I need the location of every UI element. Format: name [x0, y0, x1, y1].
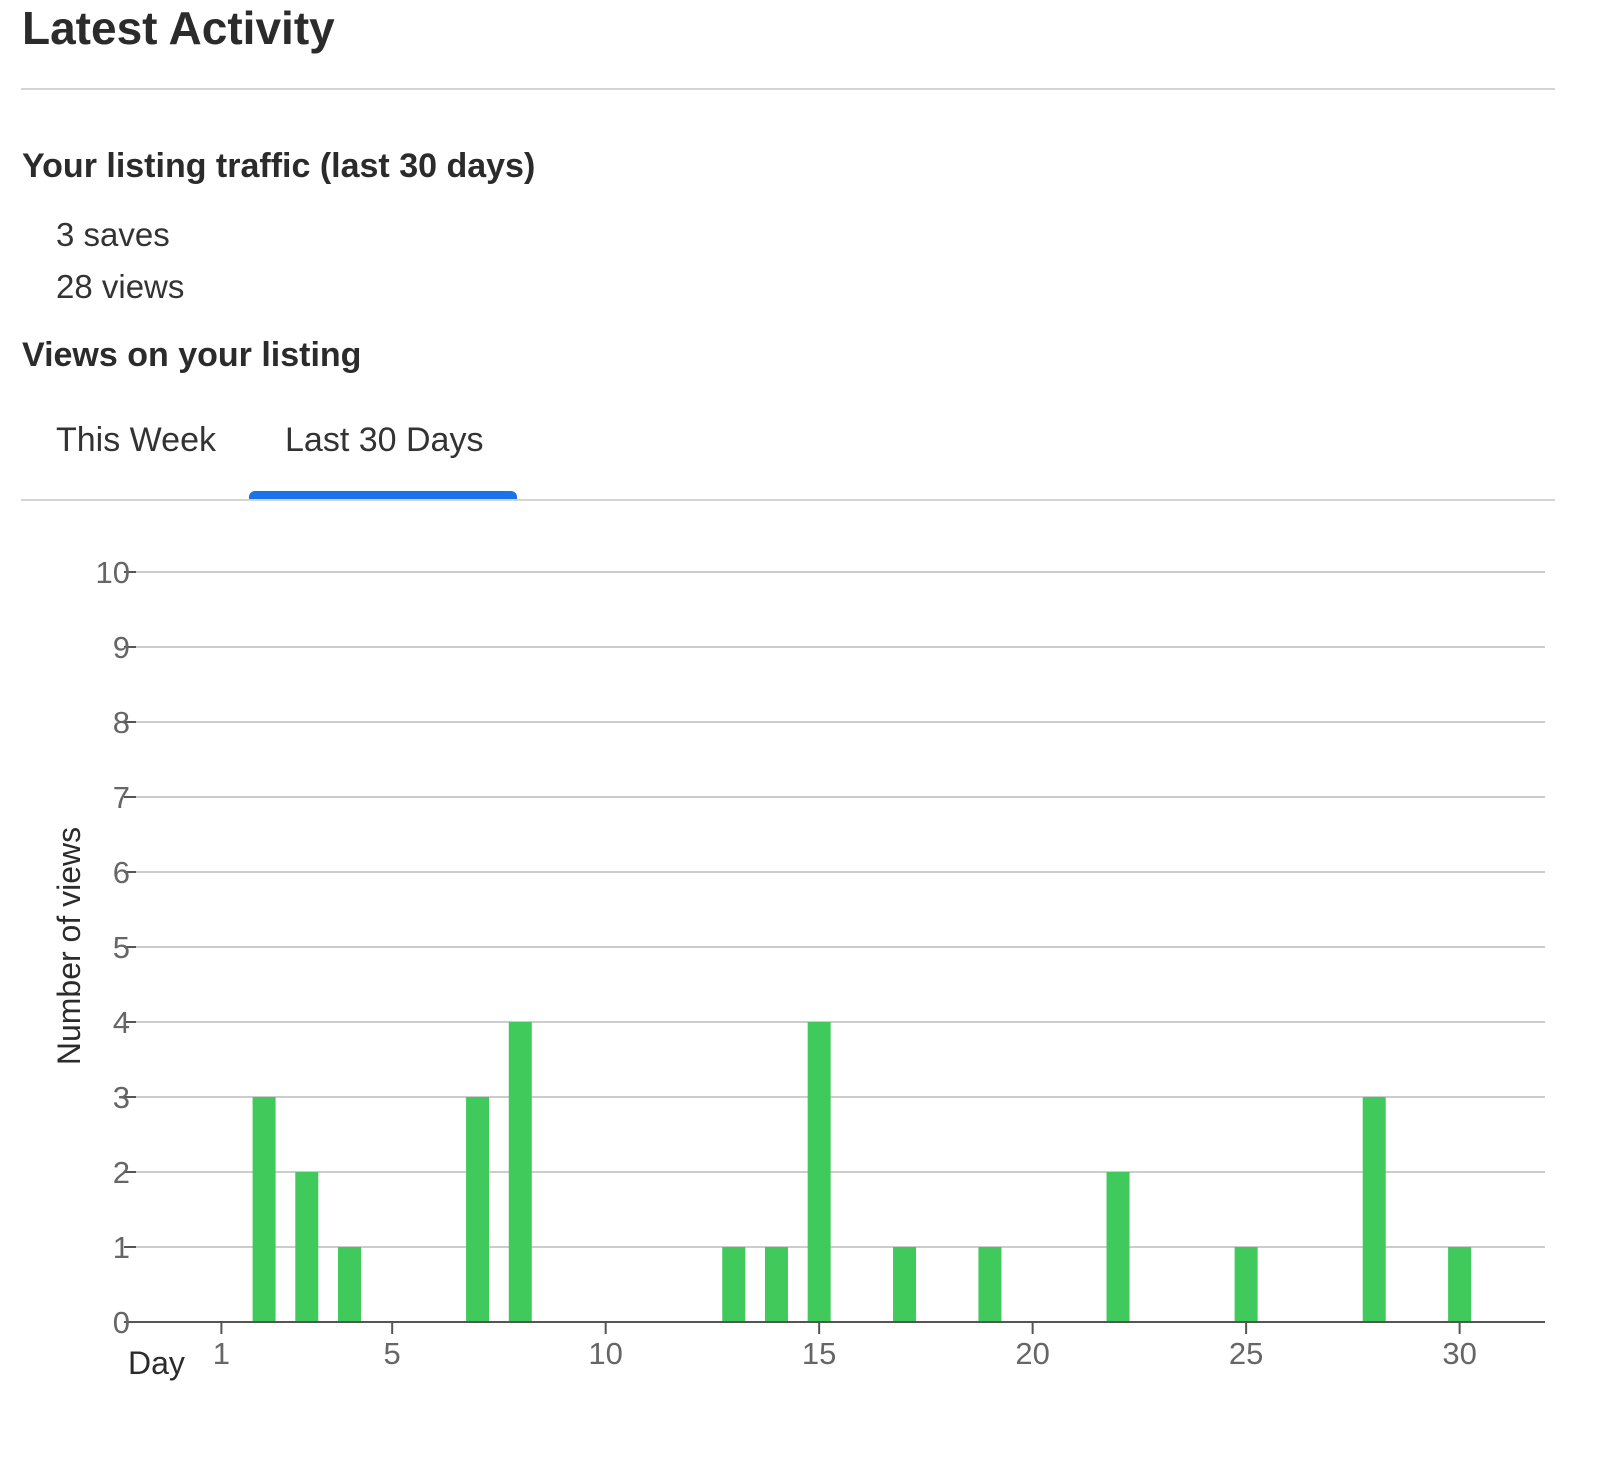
y-tick-label: 6 [113, 855, 130, 890]
y-tick-label: 0 [113, 1305, 130, 1340]
x-tick-label: 1 [213, 1336, 230, 1371]
y-tick-label: 9 [113, 630, 130, 665]
bar [252, 1097, 276, 1322]
grid-lines [136, 571, 1545, 1248]
bar [337, 1247, 361, 1322]
x-tick-label: 5 [384, 1336, 401, 1371]
x-tick-label: 10 [588, 1336, 622, 1371]
bar [1234, 1247, 1258, 1322]
y-tick-label: 7 [113, 780, 130, 815]
bar [295, 1172, 319, 1322]
bar [1448, 1247, 1472, 1322]
bar [508, 1022, 532, 1322]
bar [764, 1247, 788, 1322]
y-tick-label: 3 [113, 1080, 130, 1115]
x-tick-label: 25 [1229, 1336, 1263, 1371]
bar [978, 1247, 1002, 1322]
bar [1362, 1097, 1386, 1322]
x-tick-label: 30 [1442, 1336, 1476, 1371]
bar [466, 1097, 490, 1322]
y-tick-label: 1 [113, 1230, 130, 1265]
bar [807, 1022, 831, 1322]
bar [1106, 1172, 1130, 1322]
y-tick-label: 5 [113, 930, 130, 965]
x-tick-label: 20 [1015, 1336, 1049, 1371]
views-bar-chart: 0123456789101 5 10 15 20 25 30 Number of views… [51, 555, 1545, 1381]
y-tick-label: 8 [113, 705, 130, 740]
y-tick-label: 10 [96, 555, 130, 590]
bar [722, 1247, 746, 1322]
y-axis-label: Number of views [51, 827, 87, 1065]
x-tick-label: 15 [802, 1336, 836, 1371]
y-tick-label: 4 [113, 1005, 130, 1040]
x-axis-label: Day [128, 1345, 185, 1381]
bar [893, 1247, 917, 1322]
y-tick-label: 2 [113, 1155, 130, 1190]
